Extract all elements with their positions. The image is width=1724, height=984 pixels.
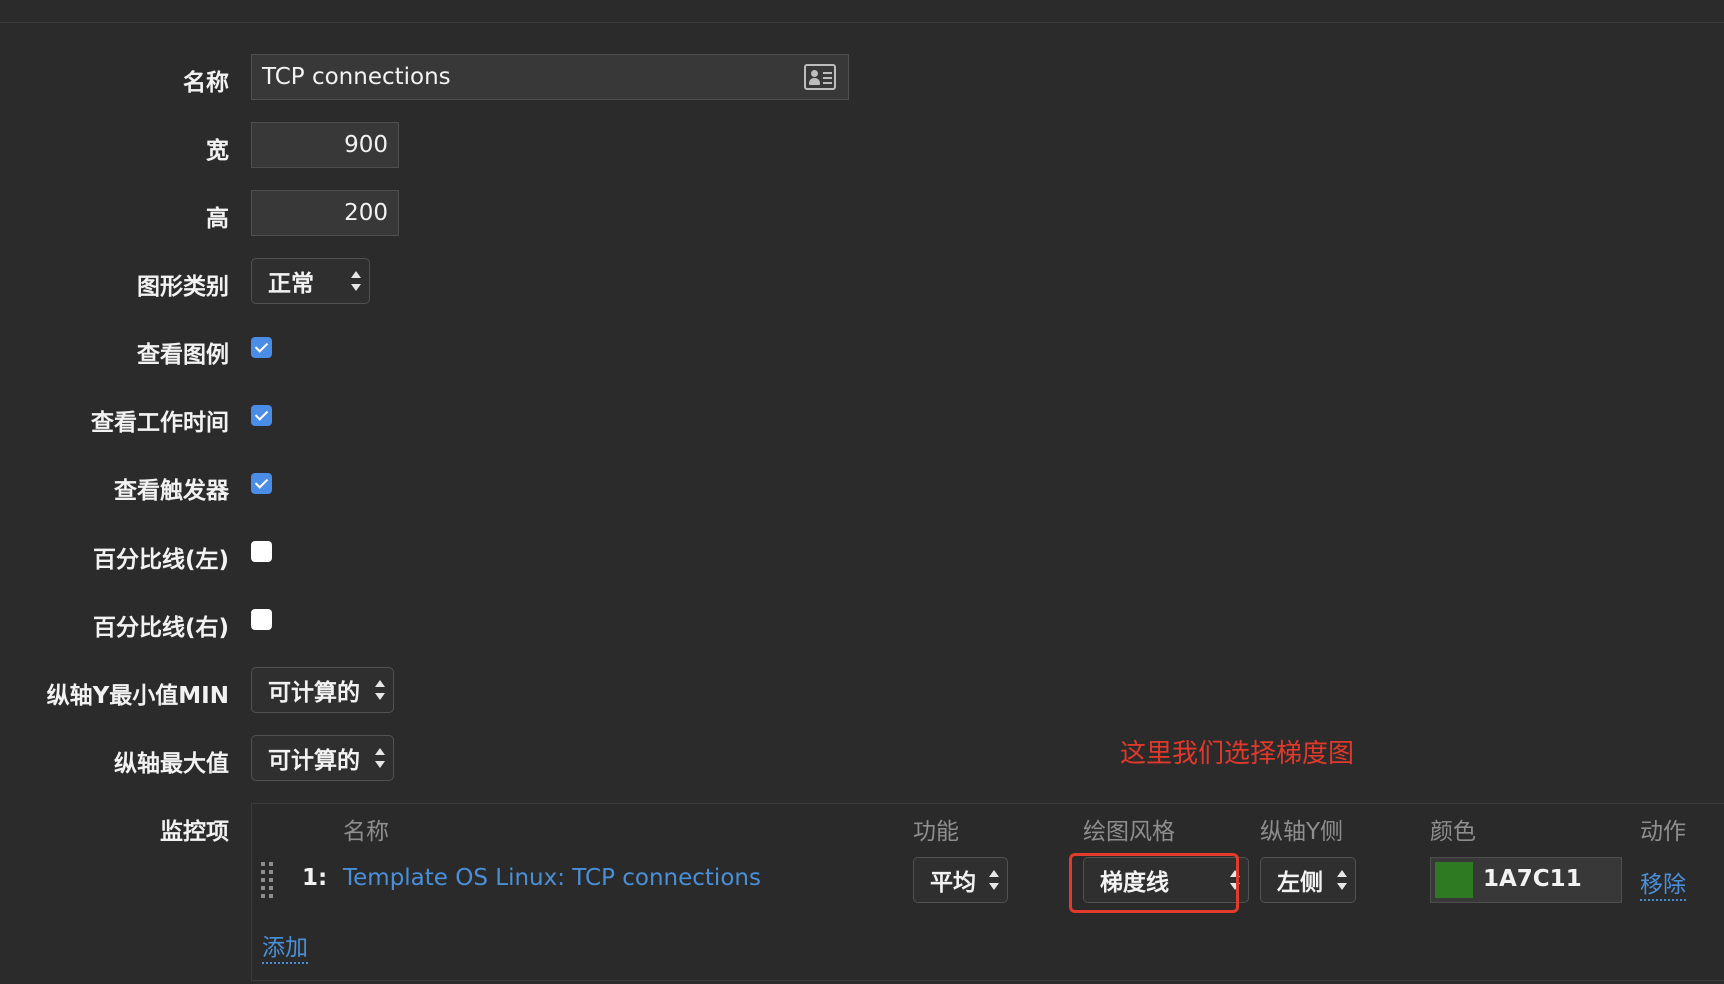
add-item-link[interactable]: 添加 (262, 928, 308, 964)
item-color-field[interactable]: 1A7C11 (1430, 857, 1622, 903)
select-arrows-icon (375, 748, 385, 768)
graph-type-select[interactable]: 正常 (251, 258, 370, 304)
show-legend-checkbox[interactable] (251, 337, 272, 358)
item-y-axis-side-value: 左侧 (1277, 870, 1323, 896)
height-input[interactable]: 200 (251, 190, 399, 236)
remove-item-link[interactable]: 移除 (1640, 865, 1686, 901)
show-triggers-checkbox[interactable] (251, 473, 272, 494)
item-name-link[interactable]: Template OS Linux: TCP connections (343, 865, 761, 891)
graph-type-value: 正常 (268, 271, 314, 297)
percentile-right-label: 百分比线(右) (92, 615, 229, 641)
show-legend-label: 查看图例 (137, 342, 229, 368)
ymax-value: 可计算的 (268, 748, 360, 774)
name-label: 名称 (183, 70, 229, 96)
show-triggers-label: 查看触发器 (114, 478, 229, 504)
contact-card-icon[interactable] (804, 64, 836, 90)
percentile-right-checkbox[interactable] (251, 609, 272, 630)
show-working-time-label: 查看工作时间 (91, 410, 229, 436)
column-header-draw-style: 绘图风格 (1083, 819, 1175, 845)
column-header-action: 动作 (1640, 819, 1686, 845)
ymin-select[interactable]: 可计算的 (251, 667, 394, 713)
items-label: 监控项 (160, 819, 229, 845)
ymax-select[interactable]: 可计算的 (251, 735, 394, 781)
percentile-left-label: 百分比线(左) (92, 547, 229, 573)
drag-handle-icon[interactable] (261, 862, 275, 898)
select-arrows-icon (375, 680, 385, 700)
top-divider (0, 22, 1724, 23)
ymin-label: 纵轴Y最小值MIN (46, 683, 229, 709)
ymax-label: 纵轴最大值 (114, 751, 229, 777)
column-header-y-axis-side: 纵轴Y侧 (1260, 819, 1344, 845)
height-label: 高 (206, 206, 229, 232)
item-index: 1: (302, 865, 328, 891)
height-input-value: 200 (344, 200, 388, 226)
width-input[interactable]: 900 (251, 122, 399, 168)
annotation-highlight-box (1069, 853, 1239, 913)
ymin-value: 可计算的 (268, 680, 360, 706)
column-header-name: 名称 (343, 819, 389, 845)
annotation-text: 这里我们选择梯度图 (1120, 739, 1355, 769)
select-arrows-icon (351, 271, 361, 291)
item-y-axis-side-select[interactable]: 左侧 (1260, 857, 1356, 903)
column-header-color: 颜色 (1430, 819, 1476, 845)
name-input[interactable]: TCP connections (251, 54, 849, 100)
color-swatch[interactable] (1435, 862, 1473, 898)
select-arrows-icon (1337, 870, 1347, 890)
name-input-value: TCP connections (262, 64, 451, 90)
percentile-left-checkbox[interactable] (251, 541, 272, 562)
width-label: 宽 (206, 138, 229, 164)
item-function-value: 平均 (930, 870, 976, 896)
show-working-time-checkbox[interactable] (251, 405, 272, 426)
select-arrows-icon (989, 870, 999, 890)
width-input-value: 900 (344, 132, 388, 158)
item-function-select[interactable]: 平均 (913, 857, 1008, 903)
column-header-function: 功能 (913, 819, 959, 845)
graph-type-label: 图形类别 (137, 274, 229, 300)
item-color-value: 1A7C11 (1483, 866, 1582, 892)
